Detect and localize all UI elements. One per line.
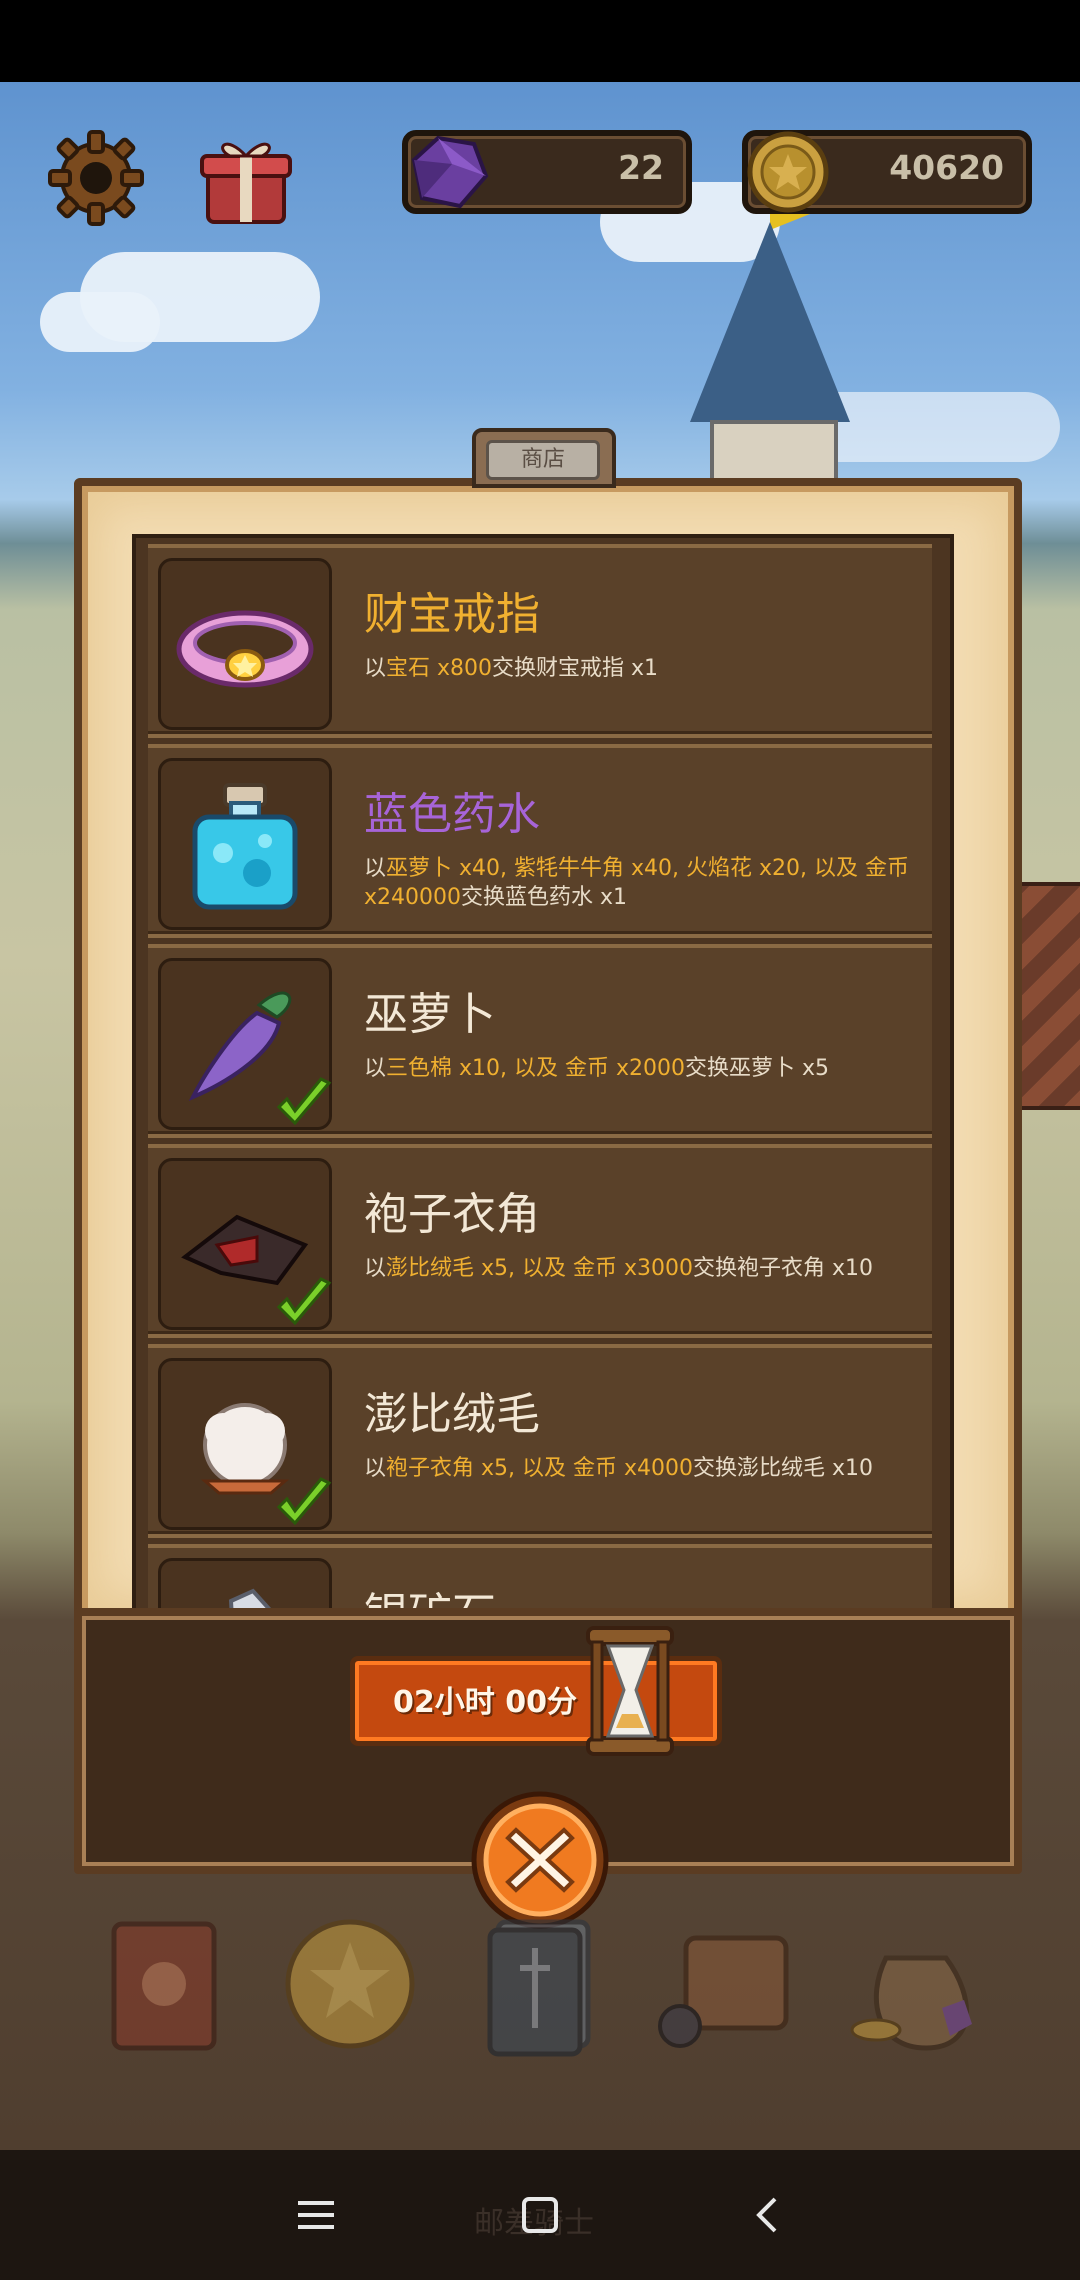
shop-item[interactable]: 袍子衣角 以澎比绒毛 x5, 以及 金币 x3000交换袍子衣角 x10 xyxy=(148,1144,932,1338)
gem-count: 22 xyxy=(618,148,664,187)
checkmark-icon xyxy=(276,1077,332,1126)
settings-button[interactable] xyxy=(46,128,146,228)
shop-item[interactable]: 巫萝卜 以三色棉 x10, 以及 金币 x2000交换巫萝卜 x5 xyxy=(148,944,932,1138)
item-title: 巫萝卜 xyxy=(364,989,496,1040)
bottom-dock xyxy=(0,1900,1080,2140)
gear-icon xyxy=(48,130,144,226)
item-description: 以巫萝卜 x40, 紫牦牛牛角 x40, 火焰花 x20, 以及 金币 x240… xyxy=(364,856,909,910)
item-icon-frame xyxy=(158,1358,332,1530)
card-deck-icon[interactable] xyxy=(470,1908,610,2058)
coin-counter: 40620 xyxy=(742,130,1032,214)
adventure-bag-icon[interactable] xyxy=(656,1908,796,2058)
back-arrow-icon xyxy=(756,2197,777,2233)
home-nav-button[interactable] xyxy=(510,2190,570,2240)
home-square-icon xyxy=(522,2197,558,2233)
item-icon-frame xyxy=(158,558,332,730)
coin-icon xyxy=(747,131,829,213)
item-title: 蓝色药水 xyxy=(364,789,540,840)
menu-nav-button[interactable] xyxy=(286,2190,346,2240)
shop-item[interactable]: 蓝色药水 以巫萝卜 x40, 紫牦牛牛角 x40, 火焰花 x20, 以及 金币… xyxy=(148,744,932,938)
item-description: 以三色棉 x10, 以及 金币 x2000交换巫萝卜 x5 xyxy=(364,1056,830,1081)
item-description: 以宝石 x800交换财宝戒指 x1 xyxy=(364,656,659,681)
gem-counter: 22 xyxy=(402,130,692,214)
item-title: 财宝戒指 xyxy=(364,589,540,640)
item-description: 以澎比绒毛 x5, 以及 金币 x3000交换袍子衣角 x10 xyxy=(364,1256,874,1281)
item-icon-frame xyxy=(158,958,332,1130)
book-icon[interactable] xyxy=(94,1908,234,2058)
back-nav-button[interactable] xyxy=(738,2190,798,2240)
shop-item[interactable]: 财宝戒指 以宝石 x800交换财宝戒指 x1 xyxy=(148,544,932,738)
coin-star-icon[interactable] xyxy=(280,1908,420,2058)
menu-icon xyxy=(298,2201,334,2229)
shop-tab-label: 商店 xyxy=(486,440,600,480)
treasure-sack-icon[interactable] xyxy=(846,1908,986,2058)
item-title: 袍子衣角 xyxy=(364,1189,540,1240)
gem-icon xyxy=(411,135,489,209)
item-icon-frame xyxy=(158,1158,332,1330)
castle-tower xyxy=(690,182,850,578)
shop-tab: 商店 xyxy=(472,428,616,488)
checkmark-icon xyxy=(276,1277,332,1326)
hourglass-icon xyxy=(586,1626,674,1756)
item-icon-frame xyxy=(158,758,332,930)
blue-potion-icon xyxy=(192,783,298,910)
coin-count: 40620 xyxy=(889,148,1004,187)
cloud xyxy=(40,292,160,352)
shop-item-list[interactable]: 财宝戒指 以宝石 x800交换财宝戒指 x1 蓝色药水 以巫萝卜 x40, 紫牦… xyxy=(132,534,954,1632)
ring-icon xyxy=(176,610,314,688)
item-title: 澎比绒毛 xyxy=(364,1389,540,1440)
gift-icon xyxy=(200,142,292,224)
gift-button[interactable] xyxy=(196,128,296,228)
status-bar xyxy=(0,0,1080,82)
shop-item[interactable]: 澎比绒毛 以袍子衣角 x5, 以及 金币 x4000交换澎比绒毛 x10 xyxy=(148,1344,932,1538)
timer-text: 02小时 00分 xyxy=(393,1685,577,1720)
checkmark-icon xyxy=(276,1477,332,1526)
item-description: 以袍子衣角 x5, 以及 金币 x4000交换澎比绒毛 x10 xyxy=(364,1456,874,1481)
